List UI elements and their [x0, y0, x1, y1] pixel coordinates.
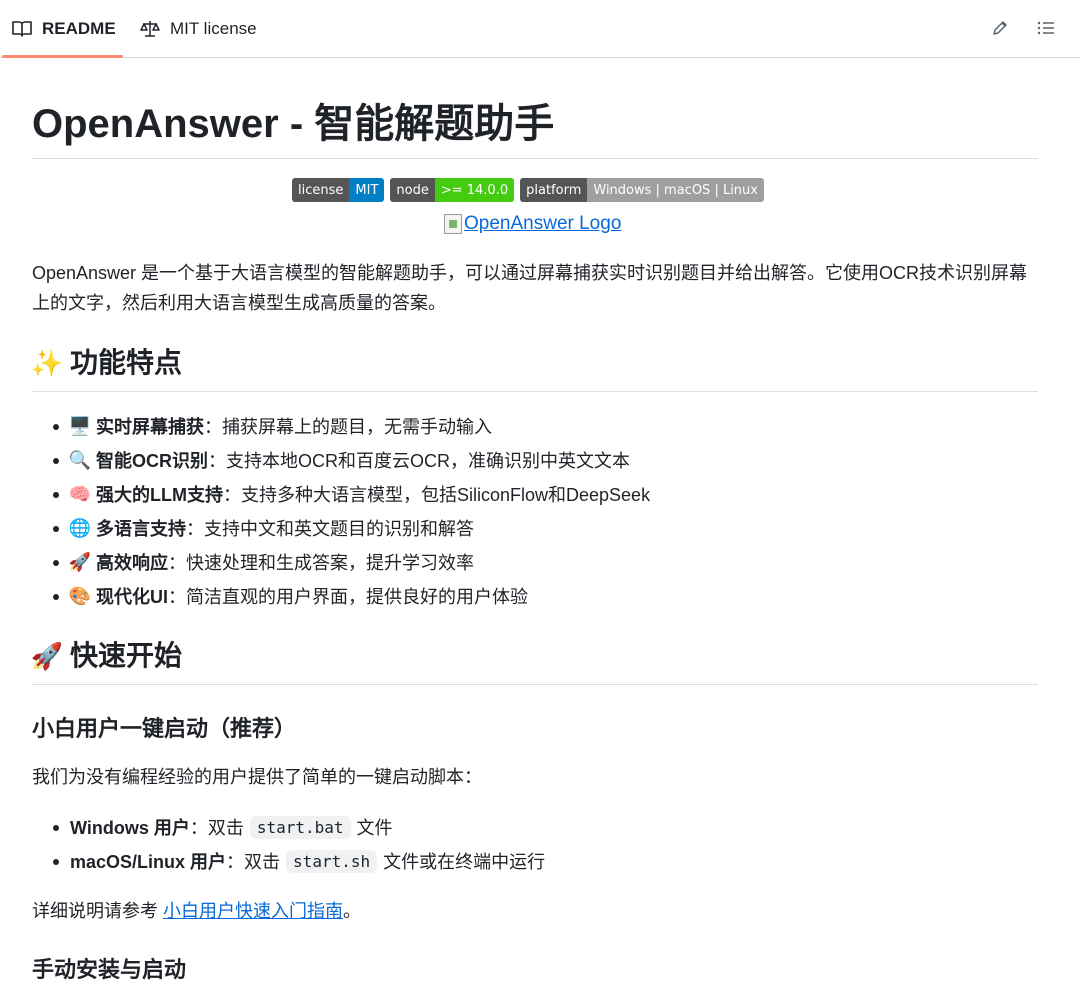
tab-license[interactable]: MIT license: [140, 0, 257, 58]
platform-name: macOS/Linux 用户: [70, 852, 227, 872]
launch-list: Windows 用户 ：双击 start.bat 文件 macOS/Linux 用户：…: [52, 810, 1038, 878]
readme-tabbar: README MIT license: [0, 0, 1080, 58]
list-item: macOS/Linux 用户 ：双击 start.sh 文件或在终端中运行: [52, 844, 1038, 878]
list-icon: [1037, 20, 1055, 41]
detail-prefix: 详细说明请参考: [32, 901, 164, 921]
list-item: Windows 用户 ：双击 start.bat 文件: [52, 810, 1038, 844]
rocket-icon: 🚀: [68, 551, 92, 572]
brain-icon: 🧠: [68, 483, 92, 504]
feature-desc: ：捕获屏幕上的题目，无需手动输入: [204, 417, 492, 437]
logo-alt-text: OpenAnswer Logo: [464, 213, 622, 234]
feature-name: 高效响应: [96, 553, 168, 573]
badge-label: license: [292, 178, 350, 202]
quickstart-heading: 🚀 快速开始: [32, 636, 1038, 685]
platform-name: Windows 用户: [70, 818, 190, 838]
launch-pre: ：双击: [189, 818, 244, 838]
feature-name: 实时屏幕捕获: [96, 417, 204, 437]
launch-post: 文件: [356, 818, 393, 838]
magnifier-icon: 🔍: [68, 449, 92, 470]
launch-post: 文件或在终端中运行: [383, 852, 546, 872]
inline-code: start.sh: [286, 849, 378, 873]
list-item: 🎨 现代化UI ：简洁直观的用户界面，提供良好的用户体验: [52, 579, 1038, 613]
feature-desc: ：简洁直观的用户界面，提供良好的用户体验: [168, 587, 528, 607]
list-item: 🌐 多语言支持 ：支持中文和英文题目的识别和解答: [52, 511, 1038, 545]
oneclick-description: 我们为没有编程经验的用户提供了简单的一键启动脚本：: [32, 767, 482, 787]
feature-desc: ：快速处理和生成答案，提升学习效率: [168, 553, 474, 573]
page-title: OpenAnswer - 智能解题助手: [32, 100, 1038, 159]
features-heading-text: 功能特点: [70, 347, 183, 378]
intro-paragraph: OpenAnswer 是一个基于大语言模型的智能解题助手，可以通过屏幕捕获实时识…: [32, 263, 1028, 313]
badge-row: license MIT node >= 14.0.0 platform Wind…: [292, 178, 764, 202]
badge-value: >= 14.0.0: [434, 178, 515, 202]
features-heading: ✨ 功能特点: [32, 343, 1038, 392]
feature-desc: ：支持多种大语言模型，包括SiliconFlow和DeepSeek: [222, 485, 651, 505]
detail-suffix: 。: [343, 901, 362, 921]
tab-license-label: MIT license: [170, 19, 257, 38]
tab-readme[interactable]: README: [12, 0, 116, 58]
broken-image-icon: [444, 214, 462, 234]
feature-list: 🖥️ 实时屏幕捕获 ：捕获屏幕上的题目，无需手动输入 🔍 智能OCR识别 ：支持本地OC…: [52, 409, 1038, 613]
book-icon: [12, 19, 32, 39]
globe-icon: 🌐: [68, 517, 92, 538]
tab-readme-label: README: [42, 19, 116, 38]
edit-file-button[interactable]: [989, 19, 1011, 41]
badge-label: node: [390, 178, 435, 202]
launch-pre: ：双击: [226, 852, 281, 872]
readme-content: OpenAnswer - 智能解题助手 license MIT node >= …: [32, 58, 1038, 991]
detail-paragraph: 详细说明请参考 小白用户快速入门指南。: [32, 896, 1038, 926]
quickstart-heading-text: 快速开始: [70, 640, 183, 671]
feature-name: 现代化UI: [96, 587, 168, 607]
feature-name: 强大的LLM支持: [96, 485, 223, 505]
logo-image-link[interactable]: OpenAnswer Logo: [444, 210, 621, 238]
manual-install-heading: 手动安装与启动: [32, 957, 187, 982]
oneclick-heading: 小白用户一键启动（推荐）: [32, 716, 297, 741]
feature-desc: ：支持本地OCR和百度云OCR，准确识别中英文文本: [208, 451, 630, 471]
feature-desc: ：支持中文和英文题目的识别和解答: [186, 519, 474, 539]
pencil-icon: [991, 19, 1009, 42]
quickstart-guide-link[interactable]: 小白用户快速入门指南: [163, 901, 343, 921]
list-item: 🚀 高效响应 ：快速处理和生成答案，提升学习效率: [52, 545, 1038, 579]
rocket-icon: 🚀: [32, 641, 64, 671]
list-item: 🧠 强大的LLM支持 ：支持多种大语言模型，包括SiliconFlow和DeepSe…: [52, 477, 1038, 511]
list-item: 🔍 智能OCR识别 ：支持本地OCR和百度云OCR，准确识别中英文文本: [52, 443, 1038, 477]
monitor-icon: 🖥️: [68, 415, 92, 436]
node-badge[interactable]: node >= 14.0.0: [390, 178, 515, 202]
list-item: 🖥️ 实时屏幕捕获 ：捕获屏幕上的题目，无需手动输入: [52, 409, 1038, 443]
inline-code: start.bat: [249, 815, 351, 839]
feature-name: 多语言支持: [96, 519, 186, 539]
license-badge[interactable]: license MIT: [292, 178, 385, 202]
palette-icon: 🎨: [68, 585, 92, 606]
scale-icon: [140, 19, 160, 39]
badge-value: MIT: [349, 178, 385, 202]
badge-label: platform: [520, 178, 588, 202]
feature-name: 智能OCR识别: [96, 451, 208, 471]
platform-badge[interactable]: platform Windows | macOS | Linux: [520, 178, 764, 202]
sparkles-icon: ✨: [32, 348, 64, 378]
outline-button[interactable]: [1035, 19, 1057, 41]
badge-value: Windows | macOS | Linux: [587, 178, 764, 202]
